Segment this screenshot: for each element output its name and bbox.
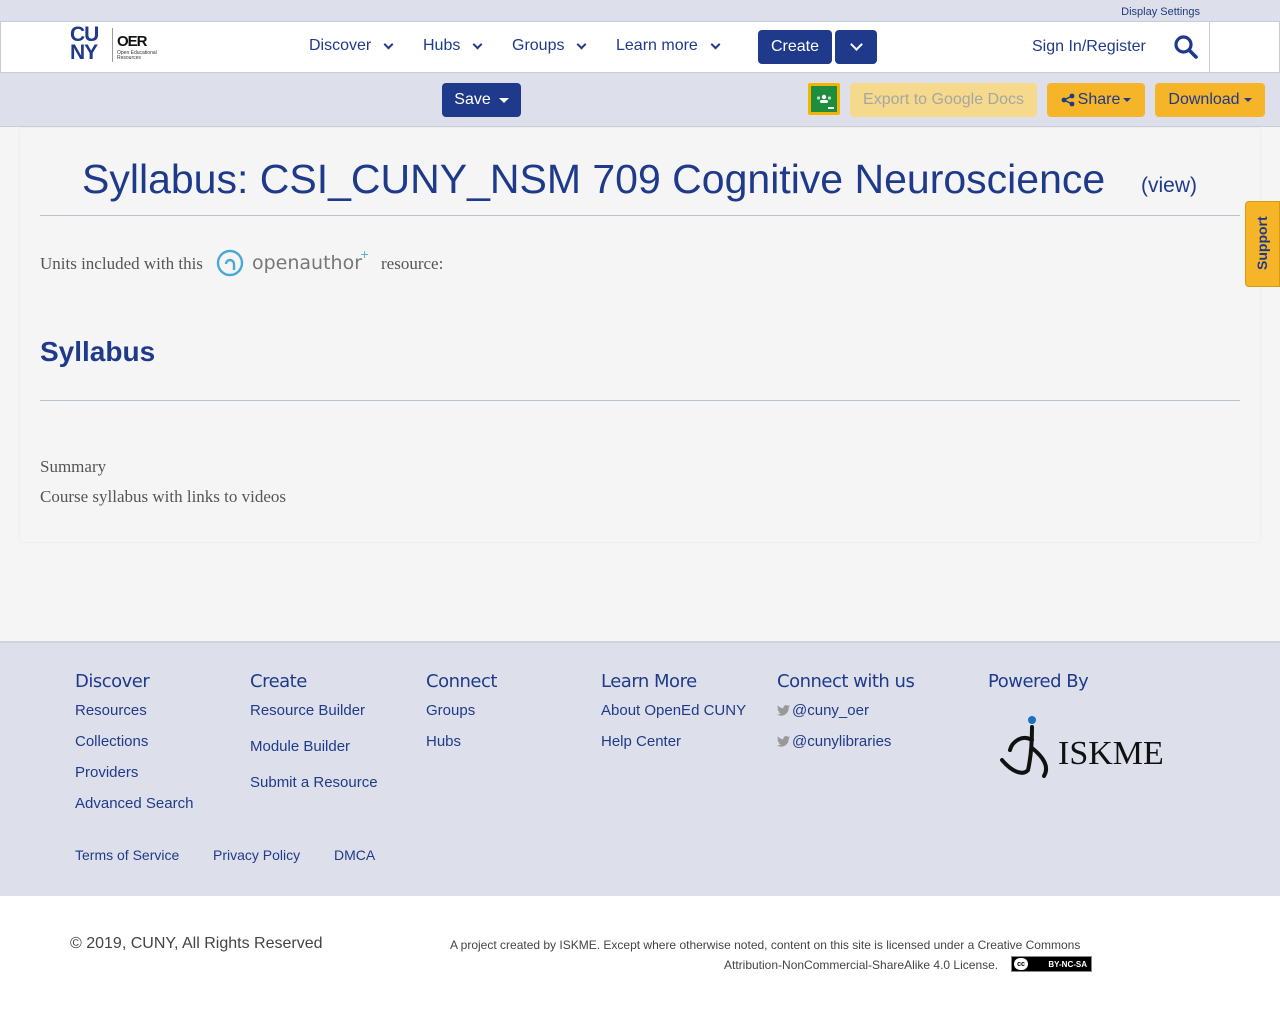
resource-toolbar: Save Export to Google Docs Share Downloa…	[0, 73, 1280, 127]
nav-discover-label: Discover	[309, 37, 372, 54]
footer-link-groups[interactable]: Groups	[426, 702, 475, 719]
footer-link-submit-resource[interactable]: Submit a Resource	[250, 774, 378, 791]
bottom-bar: © 2019, CUNY, All Rights Reserved A proj…	[0, 896, 1280, 1024]
download-button[interactable]: Download	[1155, 83, 1265, 117]
share-button-label: Share	[1077, 91, 1121, 108]
summary-text: Course syllabus with links to videos	[40, 487, 287, 506]
nav-learn-more-label: Learn more	[616, 37, 698, 54]
save-button-label: Save	[454, 91, 491, 108]
caret-down-icon	[1243, 98, 1252, 102]
logo-divider	[112, 28, 113, 62]
openauthor-logo: openauthor +	[216, 248, 368, 277]
chevron-down-icon	[383, 39, 394, 49]
cc-badge-label: BY-NC-SA	[1048, 959, 1087, 969]
copyright-text: © 2019, CUNY, All Rights Reserved	[70, 935, 323, 952]
chevron-down-icon	[710, 39, 721, 49]
license-text-line-1: A project created by ISKME. Except where…	[450, 938, 1081, 952]
page-title: Syllabus: CSI_CUNY_NSM 709 Cognitive Neu…	[82, 156, 1106, 202]
twitter-handle-cuny-oer: @cuny_oer	[792, 702, 869, 719]
export-google-docs-button[interactable]: Export to Google Docs	[850, 83, 1037, 117]
footer-link-twitter-cunylibraries[interactable]: @cunylibraries	[777, 733, 891, 750]
license-text-line-2: Attribution-NonCommercial-ShareAlike 4.0…	[724, 958, 999, 972]
iskme-logo[interactable]: ISKME	[998, 712, 1194, 782]
footer-learn-more-title: Learn More	[601, 671, 697, 692]
logo-oer-text: OER	[117, 33, 147, 50]
footer-link-help-center[interactable]: Help Center	[601, 733, 681, 750]
support-tab[interactable]: Support	[1245, 201, 1280, 287]
cuny-oer-logo[interactable]: CU NY OER Open Educational Resources	[70, 23, 157, 66]
nav-learn-more[interactable]: Learn more	[616, 37, 721, 55]
support-tab-label: Support	[1254, 216, 1270, 270]
footer-link-privacy[interactable]: Privacy Policy	[213, 847, 300, 863]
footer-link-resource-builder[interactable]: Resource Builder	[250, 702, 365, 719]
twitter-icon	[777, 705, 790, 716]
display-settings-link[interactable]: Display Settings	[1121, 6, 1200, 18]
download-button-label: Download	[1168, 91, 1240, 108]
summary-label: Summary	[40, 457, 107, 476]
logo-cuny-text: CU NY	[70, 23, 99, 64]
footer-link-about[interactable]: About OpenEd CUNY	[601, 702, 746, 719]
create-dropdown-button[interactable]	[835, 30, 877, 64]
twitter-handle-cunylibraries: @cunylibraries	[792, 733, 892, 750]
footer-link-terms[interactable]: Terms of Service	[75, 847, 179, 863]
footer-link-twitter-cuny-oer[interactable]: @cuny_oer	[777, 702, 869, 719]
search-icon[interactable]	[1173, 34, 1199, 60]
view-link[interactable]: (view)	[1141, 174, 1197, 198]
classroom-people-icon	[816, 94, 834, 109]
header-separator	[1209, 22, 1210, 72]
cc-icon: cc	[1014, 958, 1028, 970]
google-classroom-icon[interactable]	[808, 83, 840, 115]
save-button[interactable]: Save	[442, 83, 521, 117]
section-heading-syllabus: Syllabus	[40, 336, 156, 367]
twitter-icon	[777, 736, 790, 747]
footer-link-hubs[interactable]: Hubs	[426, 733, 461, 750]
nav-groups-label: Groups	[512, 37, 565, 54]
classroom-icon-board	[811, 86, 837, 112]
share-button[interactable]: Share	[1047, 83, 1145, 117]
units-suffix-text: resource:	[381, 254, 444, 273]
footer-create-title: Create	[250, 671, 307, 692]
logo-oer-subtext: Open Educational Resources	[117, 50, 157, 61]
footer-link-providers[interactable]: Providers	[75, 764, 138, 781]
footer-connect-with-us-title: Connect with us	[777, 671, 915, 692]
footer-connect-title: Connect	[426, 671, 497, 692]
share-icon	[1061, 93, 1075, 107]
nav-discover[interactable]: Discover	[309, 37, 394, 55]
chevron-down-icon	[577, 39, 587, 49]
site-header: CU NY OER Open Educational Resources Disc…	[0, 22, 1280, 73]
section-divider	[40, 400, 1240, 401]
create-button[interactable]: Create	[758, 30, 832, 64]
nav-groups[interactable]: Groups	[512, 37, 587, 55]
footer-discover-title: Discover	[75, 671, 150, 692]
footer-link-resources[interactable]: Resources	[75, 702, 147, 719]
cc-license-badge[interactable]: cc BY-NC-SA	[1011, 956, 1092, 972]
chevron-down-icon	[849, 38, 863, 51]
title-divider	[40, 215, 1240, 216]
caret-down-icon	[1123, 98, 1132, 102]
footer-link-dmca[interactable]: DMCA	[334, 847, 375, 863]
main-content: Syllabus: CSI_CUNY_NSM 709 Cognitive Neu…	[20, 128, 1260, 542]
caret-down-icon	[498, 97, 509, 103]
nav-hubs[interactable]: Hubs	[423, 37, 483, 55]
top-strip: Display Settings	[0, 0, 1280, 22]
footer-powered-by-title: Powered By	[988, 671, 1089, 692]
openauthor-logo-text: openauthor	[252, 252, 362, 274]
units-prefix-text: Units included with this	[40, 254, 203, 273]
sign-in-register-link[interactable]: Sign In/Register	[1032, 38, 1146, 56]
footer-link-advanced-search[interactable]: Advanced Search	[75, 795, 193, 812]
iskme-logo-text: ISKME	[1058, 735, 1164, 772]
chevron-down-icon	[472, 39, 483, 49]
nav-hubs-label: Hubs	[423, 37, 461, 54]
footer-link-collections[interactable]: Collections	[75, 733, 148, 750]
svg-text:+: +	[360, 248, 368, 261]
footer-link-module-builder[interactable]: Module Builder	[250, 738, 350, 755]
